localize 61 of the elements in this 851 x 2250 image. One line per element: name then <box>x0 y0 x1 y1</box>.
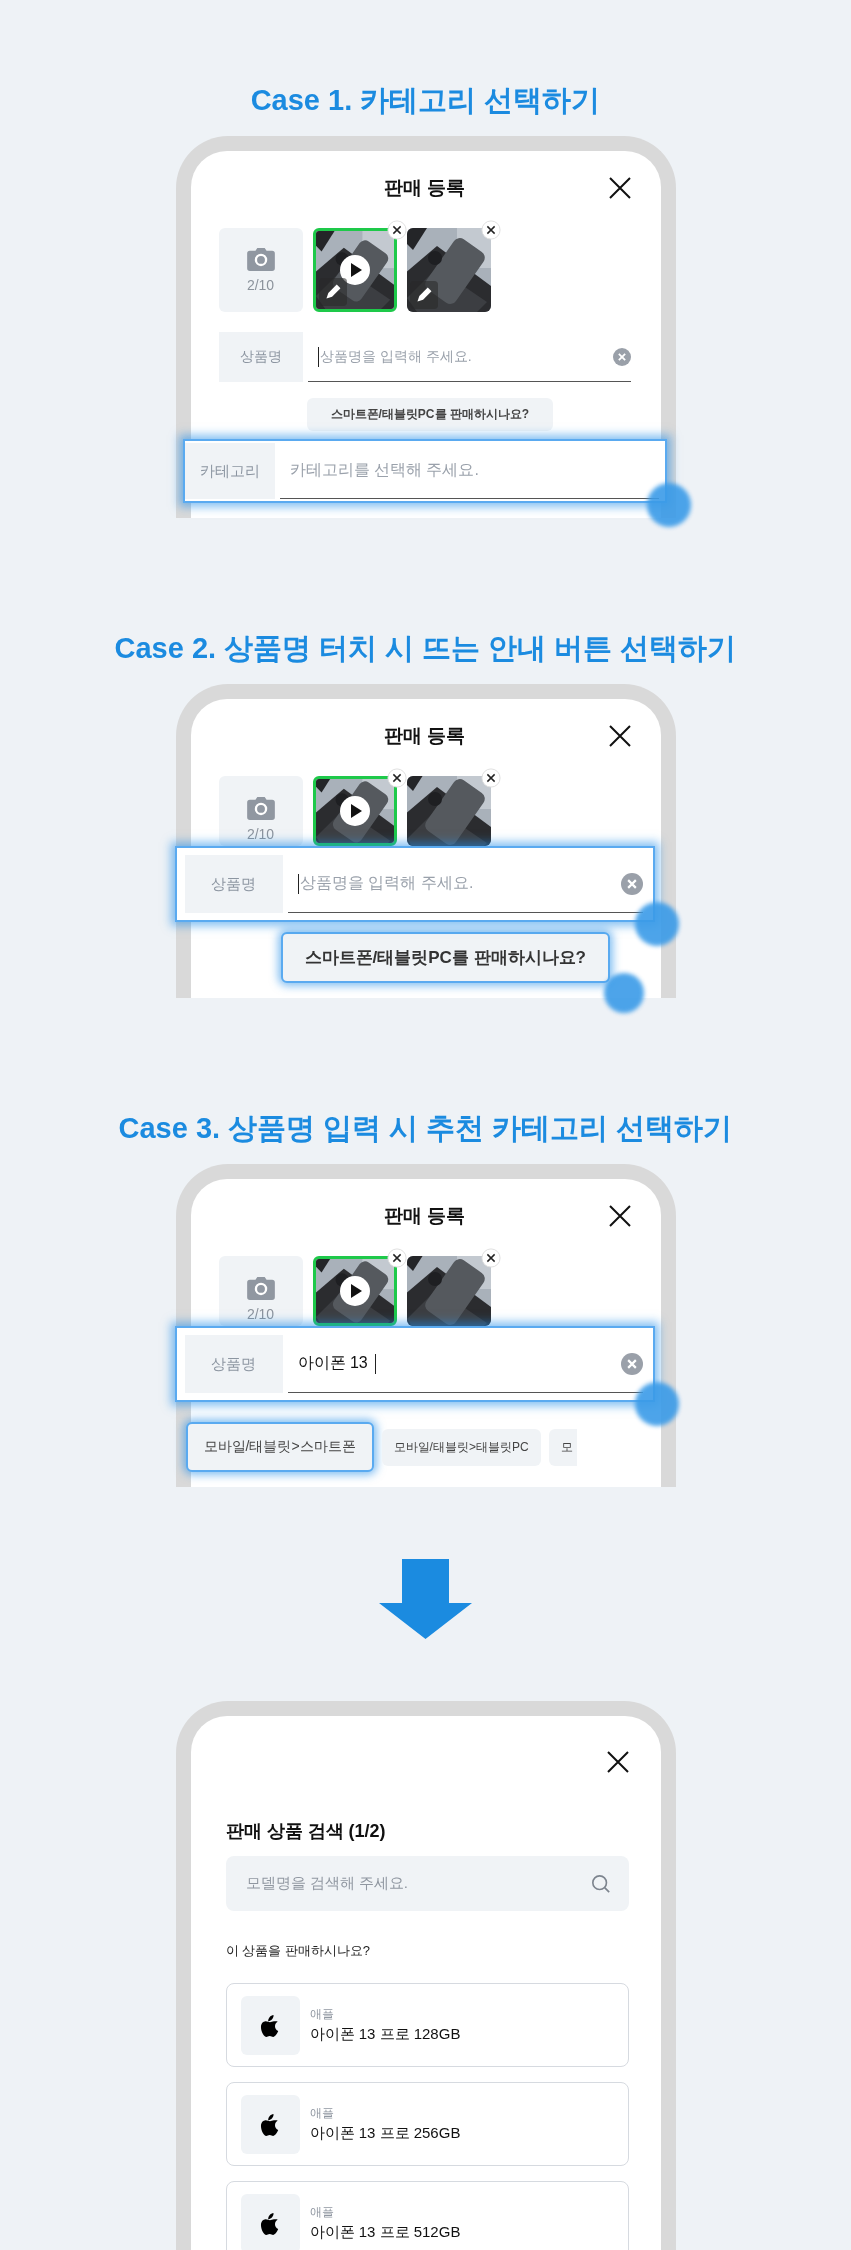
touch-point <box>634 902 679 946</box>
touch-point <box>646 483 691 527</box>
apple-icon <box>260 2012 280 2038</box>
case-title: Case 1. 카테고리 선택하기 <box>250 83 601 118</box>
case-title: Case 3. 상품명 입력 시 추천 카테고리 선택하기 <box>118 1111 733 1146</box>
edit-button[interactable] <box>318 278 347 306</box>
product-card[interactable]: 애플 아이폰 13 프로 512GB <box>225 2181 629 2250</box>
clear-icon[interactable] <box>612 347 631 366</box>
suggestion-button[interactable]: 스마트폰/태블릿PC를 판매하시나요? <box>280 932 610 983</box>
input-field[interactable]: 아이폰 13 <box>287 1335 643 1393</box>
apple-icon <box>260 2111 280 2137</box>
input-value: 아이폰 13 <box>297 1353 368 1373</box>
brand-name: 애플 <box>309 2105 335 2122</box>
remove-button[interactable] <box>386 220 407 240</box>
remove-button[interactable] <box>386 768 407 788</box>
screen-title: 판매 상품 검색 (1/2) <box>225 1820 387 1843</box>
case-title: Case 2. 상품명 터치 시 뜨는 안내 버튼 선택하기 <box>114 631 737 666</box>
screen-title: 판매 등록 <box>383 1204 466 1228</box>
remove-button[interactable] <box>386 1248 407 1268</box>
screen-title: 판매 등록 <box>383 176 466 200</box>
field-label: 카테고리 <box>184 443 275 499</box>
down-arrow-icon <box>379 1559 472 1639</box>
category-chip[interactable]: 모 <box>548 1428 577 1466</box>
screen-title: 판매 등록 <box>383 724 466 748</box>
product-name: 아이폰 13 프로 256GB <box>309 2124 461 2143</box>
apple-icon <box>260 2210 280 2236</box>
remove-button[interactable] <box>480 1248 501 1268</box>
placeholder-text: 카테고리를 선택해 주세요. <box>289 460 480 480</box>
placeholder-text: 상품명을 입력해 주세요. <box>320 347 473 366</box>
close-icon[interactable] <box>608 725 631 747</box>
close-icon[interactable] <box>608 1205 631 1227</box>
remove-button[interactable] <box>480 768 501 788</box>
placeholder-text: 상품명을 입력해 주세요. <box>300 873 475 893</box>
play-icon[interactable] <box>339 796 370 826</box>
search-icon[interactable] <box>590 1873 611 1894</box>
product-card[interactable]: 애플 아이폰 13 프로 256GB <box>225 2082 629 2166</box>
category-chip[interactable]: 모바일/태블릿>스마트폰 <box>185 1422 374 1472</box>
category-chip[interactable]: 모바일/태블릿>태블릿PC <box>381 1428 541 1466</box>
clear-icon[interactable] <box>620 1352 643 1375</box>
field-label: 상품명 <box>184 855 283 913</box>
close-icon[interactable] <box>608 177 631 199</box>
product-name: 아이폰 13 프로 128GB <box>309 2025 461 2044</box>
suggestion-button[interactable]: 스마트폰/태블릿PC를 판매하시나요? <box>306 398 554 431</box>
clear-icon[interactable] <box>620 872 643 895</box>
field-label: 상품명 <box>184 1335 283 1393</box>
product-card[interactable]: 애플 아이폰 13 프로 128GB <box>225 1983 629 2067</box>
close-icon[interactable] <box>606 1751 629 1773</box>
play-icon[interactable] <box>339 1276 370 1306</box>
touch-point <box>603 973 644 1013</box>
edit-button[interactable] <box>409 281 438 309</box>
camera-icon <box>246 1276 275 1300</box>
product-name: 아이폰 13 프로 512GB <box>309 2223 461 2242</box>
brand-name: 애플 <box>309 2204 335 2221</box>
question-text: 이 상품을 판매하시나요? <box>225 1942 371 1960</box>
play-icon[interactable] <box>339 255 370 285</box>
touch-point <box>634 1382 679 1426</box>
brand-name: 애플 <box>309 2006 335 2023</box>
camera-icon <box>246 796 275 820</box>
camera-icon <box>246 247 275 271</box>
remove-button[interactable] <box>480 220 501 240</box>
field-label: 상품명 <box>218 332 303 382</box>
